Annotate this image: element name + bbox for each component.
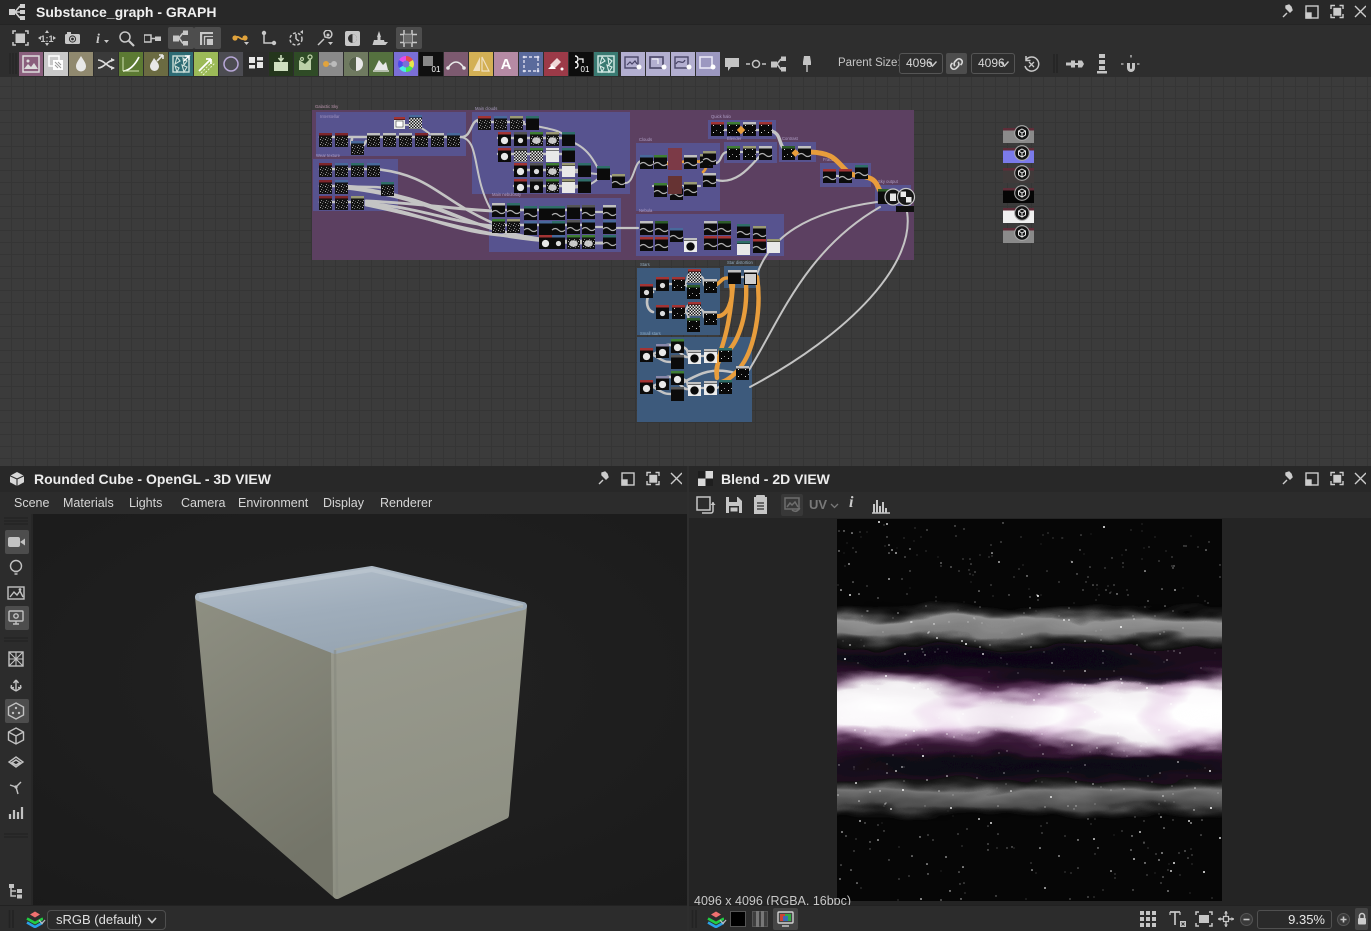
- svg-text:Wear texture: Wear texture: [316, 153, 341, 158]
- svg-text:Small stars: Small stars: [640, 331, 661, 336]
- svg-text:i: i: [96, 32, 100, 47]
- svg-text:Main clouds: Main clouds: [475, 106, 497, 111]
- svg-text:Galactic Sky: Galactic Sky: [315, 104, 339, 109]
- svg-text:Stars: Stars: [640, 262, 650, 267]
- svg-text:Nebula: Nebula: [639, 208, 653, 213]
- svg-text:Quick halo: Quick halo: [711, 114, 731, 119]
- svg-text:Star distortion: Star distortion: [727, 260, 754, 265]
- svg-text:Interstellar: Interstellar: [320, 114, 340, 119]
- svg-text:Clouds: Clouds: [639, 137, 652, 142]
- svg-text:1:1: 1:1: [40, 34, 53, 44]
- svg-text:01: 01: [432, 65, 441, 74]
- svg-text:01: 01: [581, 65, 590, 74]
- svg-text:Sky output: Sky output: [878, 179, 899, 184]
- svg-text:Contrast: Contrast: [782, 136, 799, 141]
- svg-text:A: A: [501, 56, 512, 73]
- svg-text:Blender: Blender: [727, 136, 742, 141]
